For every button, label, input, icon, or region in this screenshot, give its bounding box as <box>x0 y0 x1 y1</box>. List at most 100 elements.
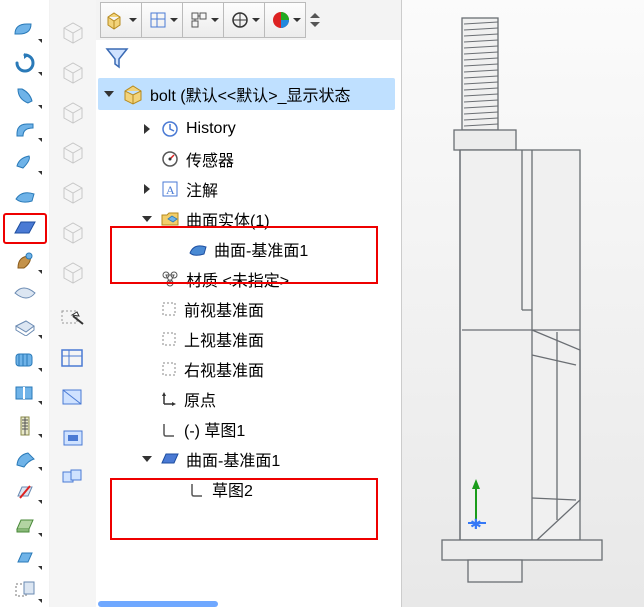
dropdown-icon <box>38 72 42 76</box>
dropdown-icon <box>252 18 260 22</box>
revolve-tool-button[interactable] <box>3 48 47 79</box>
dropdown-icon <box>170 18 178 22</box>
loft-tool-button[interactable] <box>3 81 47 112</box>
plane-icon <box>160 360 178 378</box>
display-state-toolbar <box>50 0 96 607</box>
expander-icon[interactable] <box>140 124 154 134</box>
hide-show-button[interactable] <box>55 380 91 416</box>
history-node[interactable]: History <box>96 114 401 144</box>
cube-placeholder-button[interactable] <box>55 134 91 170</box>
material-icon <box>160 269 180 289</box>
planar-surface-icon <box>160 451 180 467</box>
top-plane-label: 上视基准面 <box>184 327 264 351</box>
expander-icon[interactable] <box>140 216 154 222</box>
surface-plane1-feature-node[interactable]: 曲面-基准面1 <box>96 444 401 474</box>
display-manager-button[interactable] <box>55 460 91 496</box>
svg-text:A: A <box>166 183 175 197</box>
feature-manager-tab[interactable] <box>100 2 142 38</box>
horizontal-scroll-thumb[interactable] <box>98 601 218 607</box>
front-plane-node[interactable]: 前视基准面 <box>96 294 401 324</box>
knit-surface-button[interactable] <box>3 344 47 375</box>
origin-triad-icon: ✱ <box>464 479 498 529</box>
expander-icon[interactable] <box>102 91 116 97</box>
reference-geometry-button[interactable] <box>3 575 47 606</box>
surface-plane1-feature-label: 曲面-基准面1 <box>186 447 280 471</box>
feature-tree-panel: bolt (默认<<默认>_显示状态 History 传感器 A 注解 曲面实体… <box>96 0 402 607</box>
property-manager-tab[interactable] <box>141 2 183 38</box>
dropdown-icon <box>38 467 42 471</box>
material-node[interactable]: 材质 <未指定> <box>96 264 401 294</box>
origin-icon <box>160 390 178 408</box>
cube-placeholder-button[interactable] <box>55 214 91 250</box>
surface-bodies-node[interactable]: 曲面实体(1) <box>96 204 401 234</box>
display-pane-button[interactable] <box>55 340 91 376</box>
extend-surface-button[interactable] <box>3 443 47 474</box>
display-manager-tab[interactable] <box>264 2 306 38</box>
cube-placeholder-button[interactable] <box>55 14 91 50</box>
root-label: bolt (默认<<默认>_显示状态 <box>150 82 351 106</box>
configuration-manager-tab[interactable] <box>182 2 224 38</box>
surface-tool-button[interactable] <box>3 542 47 573</box>
planar-surface-button[interactable] <box>3 180 47 211</box>
surface-body-icon <box>188 241 208 257</box>
sketch1-node[interactable]: (-) 草图1 <box>96 414 401 444</box>
trim-surface-button[interactable] <box>3 377 47 408</box>
surface-plane1-body-node[interactable]: 曲面-基准面1 <box>96 234 401 264</box>
cube-placeholder-button[interactable] <box>55 94 91 130</box>
expander-icon[interactable] <box>140 184 154 194</box>
section-view-button[interactable] <box>55 420 91 456</box>
dropdown-icon <box>38 368 42 372</box>
tabs-more-button[interactable] <box>306 2 320 38</box>
part-icon <box>122 83 144 105</box>
cube-placeholder-button[interactable] <box>55 254 91 290</box>
feature-tree-body: bolt (默认<<默认>_显示状态 History 传感器 A 注解 曲面实体… <box>96 76 401 607</box>
funnel-icon[interactable] <box>104 45 130 71</box>
sensors-label: 传感器 <box>186 147 234 171</box>
ruled-surface-button[interactable] <box>3 279 47 310</box>
history-icon <box>160 119 180 139</box>
sensors-node[interactable]: 传感器 <box>96 144 401 174</box>
zip-surface-button[interactable] <box>3 410 47 441</box>
flatten-surface-button[interactable] <box>3 312 47 343</box>
svg-text:✱: ✱ <box>470 516 482 529</box>
annotations-node[interactable]: A 注解 <box>96 174 401 204</box>
dropdown-icon <box>38 171 42 175</box>
dimxpert-icon <box>230 10 250 30</box>
sketch2-node[interactable]: 草图2 <box>96 474 401 504</box>
selection-filter-button[interactable] <box>55 300 91 336</box>
plane-icon <box>160 330 178 348</box>
delete-face-button[interactable] <box>3 476 47 507</box>
material-label: 材质 <未指定> <box>186 267 289 291</box>
top-plane-node[interactable]: 上视基准面 <box>96 324 401 354</box>
offset-surface-button[interactable] <box>3 147 47 178</box>
dropdown-icon <box>38 335 42 339</box>
dropdown-icon <box>38 533 42 537</box>
origin-node[interactable]: 原点 <box>96 384 401 414</box>
sketch1-label: (-) 草图1 <box>184 417 245 441</box>
boundary-surface-button[interactable] <box>3 114 47 145</box>
feature-toolbar <box>0 0 50 607</box>
graphics-viewport[interactable]: ✱ <box>402 0 644 607</box>
surface-plane1-body-label: 曲面-基准面1 <box>214 237 308 261</box>
cube-placeholder-button[interactable] <box>55 174 91 210</box>
tree-root-node[interactable]: bolt (默认<<默认>_显示状态 <box>98 78 395 110</box>
annotations-icon: A <box>160 179 180 199</box>
thicken-surface-button[interactable] <box>3 509 47 540</box>
dimxpert-manager-tab[interactable] <box>223 2 265 38</box>
dropdown-icon <box>38 566 42 570</box>
dropdown-icon <box>38 39 42 43</box>
planar-surface-selected-button[interactable] <box>3 213 47 244</box>
expander-icon[interactable] <box>140 456 154 462</box>
dropdown-icon <box>38 138 42 142</box>
sweep-tool-button[interactable] <box>3 15 47 46</box>
plane-icon <box>160 300 178 318</box>
feature-manager-icon <box>105 9 127 31</box>
cube-placeholder-button[interactable] <box>55 54 91 90</box>
fill-surface-button[interactable] <box>3 246 47 277</box>
dropdown-icon <box>38 599 42 603</box>
dropdown-icon <box>293 18 301 22</box>
model-silhouette <box>402 0 642 607</box>
tree-filter-row <box>96 40 401 76</box>
right-plane-node[interactable]: 右视基准面 <box>96 354 401 384</box>
sketch-icon <box>188 480 206 498</box>
